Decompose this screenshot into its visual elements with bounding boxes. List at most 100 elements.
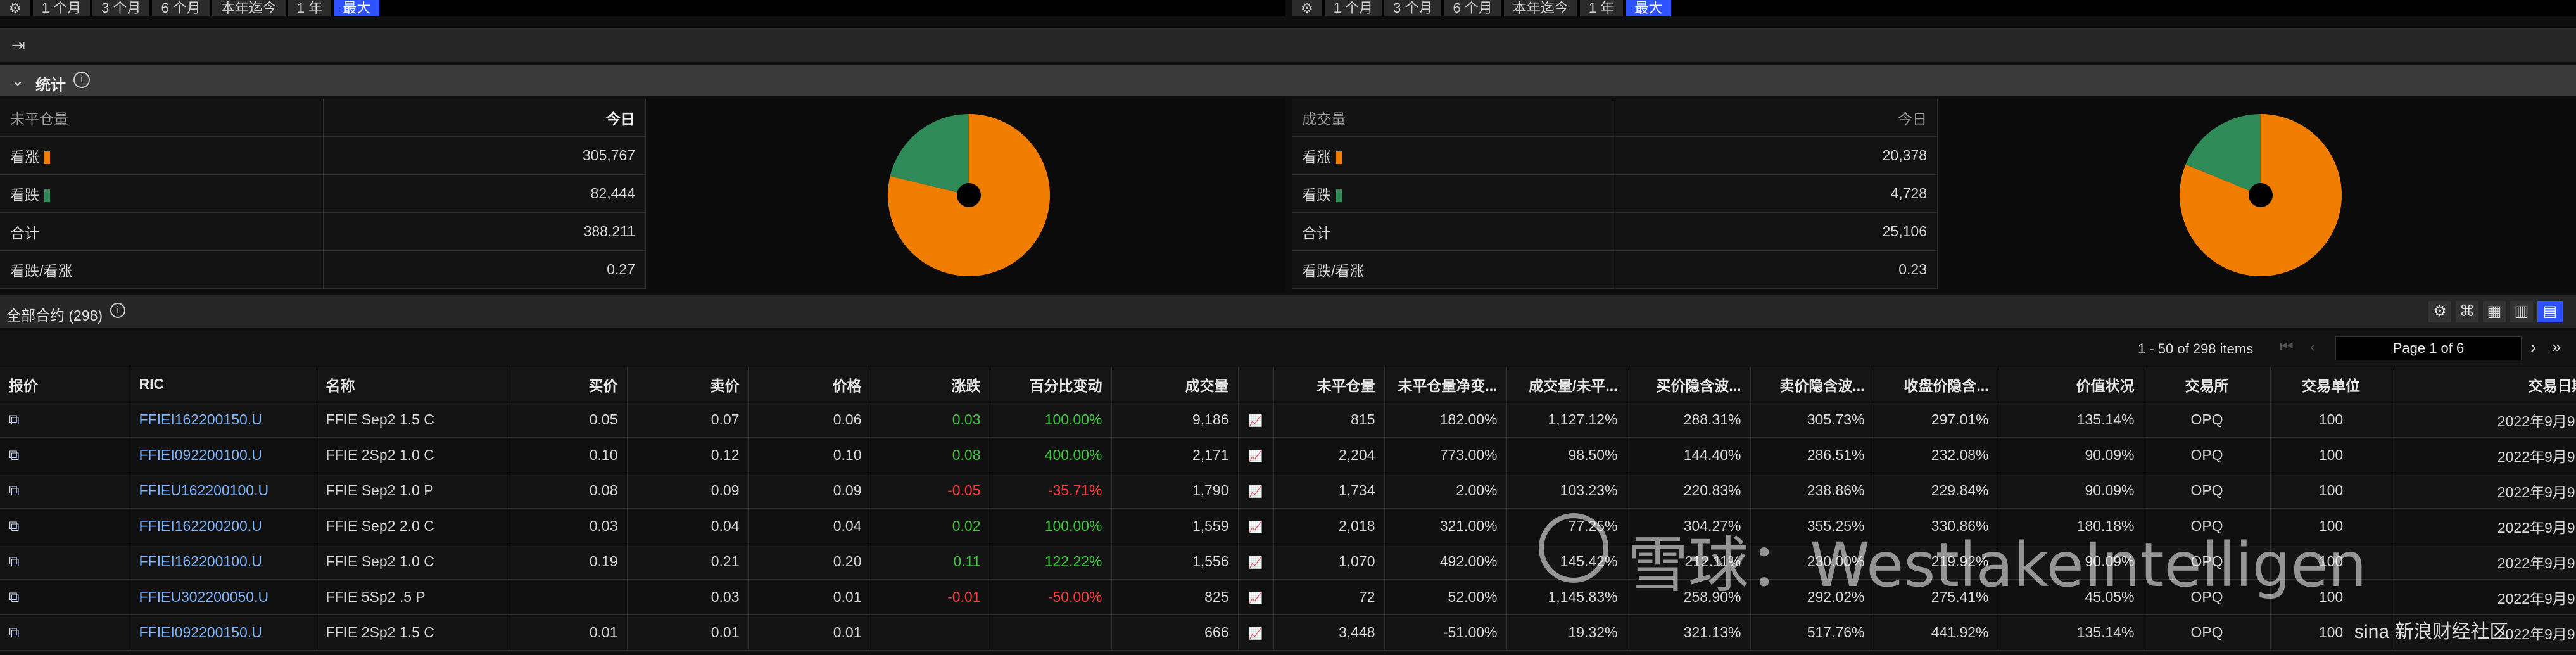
line-chart-icon[interactable]: 📈 <box>1249 592 1263 604</box>
column-header[interactable] <box>1238 367 1274 402</box>
table-cell: OPQ <box>2144 579 2271 615</box>
column-header[interactable]: 价格 <box>748 367 871 402</box>
cell-ric[interactable]: FFIEI162200100.U <box>139 553 262 569</box>
line-chart-icon[interactable]: 📈 <box>1249 521 1263 533</box>
column-header[interactable]: 交易单位 <box>2270 367 2392 402</box>
column-header[interactable]: RIC <box>130 367 317 402</box>
column-header[interactable]: 涨跌 <box>871 367 990 402</box>
grid-view-icon[interactable]: ▦ <box>2483 301 2506 322</box>
table-cell: 330.86% <box>1874 508 1998 544</box>
table-row[interactable]: ⧉ FFIEI162200150.U FFIE Sep2 1.5 C 0.05 0.07… <box>0 402 2576 438</box>
table-cell: 232.08% <box>1874 437 1998 473</box>
left-settings-icon[interactable]: ⚙ <box>0 0 30 16</box>
column-header[interactable]: 报价 <box>0 367 130 402</box>
cell-vol: 825 <box>1204 588 1229 605</box>
cell-pct: -50.00% <box>1047 588 1102 605</box>
quote-window-icon[interactable]: ⧉ <box>9 482 19 499</box>
column-header[interactable]: 成交量/未平... <box>1506 367 1627 402</box>
column-header[interactable]: 成交量 <box>1111 367 1239 402</box>
info-icon[interactable]: i <box>110 303 125 318</box>
quote-window-icon[interactable]: ⧉ <box>9 553 19 569</box>
range-button[interactable]: 1 年 <box>287 0 332 16</box>
chart-view-icon[interactable]: ▥ <box>2510 301 2533 322</box>
table-cell: 📈 <box>1238 614 1274 651</box>
quote-window-icon[interactable]: ⧉ <box>9 518 19 534</box>
first-page-icon[interactable]: ⏮ <box>2280 338 2294 356</box>
range-button[interactable]: 3 个月 <box>1384 0 1442 16</box>
column-header[interactable]: 买价 <box>507 367 628 402</box>
column-header[interactable]: 交易所 <box>2144 367 2271 402</box>
settings-icon[interactable]: ⚙ <box>2428 301 2451 322</box>
table-row[interactable]: ⧉ FFIEI092200150.U FFIE 2Sp2 1.5 C 0.01 0.01… <box>0 614 2576 651</box>
cell-ric[interactable]: FFIEU302200050.U <box>139 588 269 605</box>
stats-value: 0.23 <box>1615 250 1938 289</box>
quote-window-icon[interactable]: ⧉ <box>9 588 19 605</box>
column-header[interactable]: 收盘价隐含... <box>1874 367 1998 402</box>
cell-bidiv: 212.11% <box>1684 553 1741 569</box>
column-header[interactable]: 买价隐含波... <box>1627 367 1751 402</box>
range-button[interactable]: 最大 <box>334 0 380 16</box>
cell-ric[interactable]: FFIEI092200100.U <box>139 447 262 463</box>
column-header[interactable]: 卖价 <box>627 367 749 402</box>
chevron-down-icon[interactable]: ⌄ <box>11 72 24 90</box>
stats-value: 305,767 <box>323 136 646 175</box>
table-cell: 90.09% <box>1998 544 2144 580</box>
expand-panel-icon[interactable]: ⇥ <box>11 35 25 55</box>
table-cell: 321.13% <box>1627 614 1751 651</box>
range-button[interactable]: 3 个月 <box>92 0 150 16</box>
line-chart-icon[interactable]: 📈 <box>1249 414 1263 427</box>
table-row[interactable]: ⧉ FFIEI092200100.U FFIE 2Sp2 1.0 C 0.10 0.12… <box>0 437 2576 473</box>
range-button[interactable]: 本年迄今 <box>212 0 286 16</box>
next-page-icon[interactable]: › <box>2530 337 2536 357</box>
cell-ric[interactable]: FFIEI162200150.U <box>139 411 262 428</box>
table-cell: 0.01 <box>627 614 749 651</box>
column-header[interactable]: 价值状况 <box>1998 367 2144 402</box>
table-row[interactable]: ⧉ FFIEI162200100.U FFIE Sep2 1.0 C 0.19 0.21… <box>0 544 2576 580</box>
table-cell: 0.01 <box>748 614 871 651</box>
column-header[interactable]: 卖价隐含波... <box>1750 367 1874 402</box>
stats-section-header[interactable]: ⌄ 统计 i <box>0 65 2576 96</box>
table-cell: 815 <box>1273 402 1385 438</box>
range-button[interactable]: 6 个月 <box>152 0 210 16</box>
range-button[interactable]: 1 个月 <box>1324 0 1382 16</box>
range-button[interactable]: 本年迄今 <box>1503 0 1577 16</box>
quote-window-icon[interactable]: ⧉ <box>9 411 19 428</box>
cell-oi: 1,734 <box>1338 482 1375 499</box>
table-cell: 📈 <box>1238 508 1274 544</box>
last-page-icon[interactable]: » <box>2552 337 2561 357</box>
table-row[interactable]: ⧉ FFIEI162200200.U FFIE Sep2 2.0 C 0.03 0.04… <box>0 508 2576 544</box>
table-row[interactable]: ⧉ FFIEU162200100.U FFIE Sep2 1.0 P 0.08 0.09… <box>0 473 2576 509</box>
tree-view-icon[interactable]: ⌘ <box>2456 301 2478 322</box>
table-cell: OPQ <box>2144 508 2271 544</box>
cell-ric[interactable]: FFIEI162200200.U <box>139 518 262 534</box>
cell-ric[interactable]: FFIEI092200150.U <box>139 624 262 640</box>
cell-ric[interactable]: FFIEU162200100.U <box>139 482 269 499</box>
range-button[interactable]: 最大 <box>1626 0 1672 16</box>
table-row[interactable]: ⧉ FFIEU302200050.U FFIE 5Sp2 .5 P 0.03 0.01 -… <box>0 579 2576 615</box>
table-view-icon[interactable]: ▤ <box>2537 301 2563 322</box>
column-header[interactable]: 未平仓量净变... <box>1384 367 1507 402</box>
table-cell: 2022年9月9日 00:00 <box>2392 579 2576 615</box>
table-cell: 400.00% <box>990 437 1112 473</box>
right-settings-icon[interactable]: ⚙ <box>1292 0 1322 16</box>
table-cell: ⧉ <box>0 508 130 544</box>
column-header[interactable]: 百分比变动 <box>990 367 1112 402</box>
range-button[interactable]: 6 个月 <box>1444 0 1501 16</box>
quote-window-icon[interactable]: ⧉ <box>9 624 19 640</box>
info-icon[interactable]: i <box>73 72 90 88</box>
column-header[interactable]: 未平仓量 <box>1273 367 1385 402</box>
quote-window-icon[interactable]: ⧉ <box>9 447 19 463</box>
line-chart-icon[interactable]: 📈 <box>1249 627 1263 640</box>
range-button[interactable]: 1 年 <box>1579 0 1624 16</box>
column-header[interactable]: 交易日期与时间 <box>2392 367 2576 402</box>
page-indicator[interactable]: Page 1 of 6 <box>2335 336 2522 360</box>
prev-page-icon[interactable]: ‹ <box>2310 338 2315 356</box>
column-header[interactable]: 名称 <box>317 367 507 402</box>
line-chart-icon[interactable]: 📈 <box>1249 485 1263 498</box>
table-cell: -51.00% <box>1384 614 1507 651</box>
line-chart-icon[interactable]: 📈 <box>1249 450 1263 462</box>
line-chart-icon[interactable]: 📈 <box>1249 556 1263 569</box>
range-button[interactable]: 1 个月 <box>32 0 91 16</box>
cell-oinet: 321.00% <box>1439 518 1498 534</box>
table-cell: ⧉ <box>0 544 130 580</box>
